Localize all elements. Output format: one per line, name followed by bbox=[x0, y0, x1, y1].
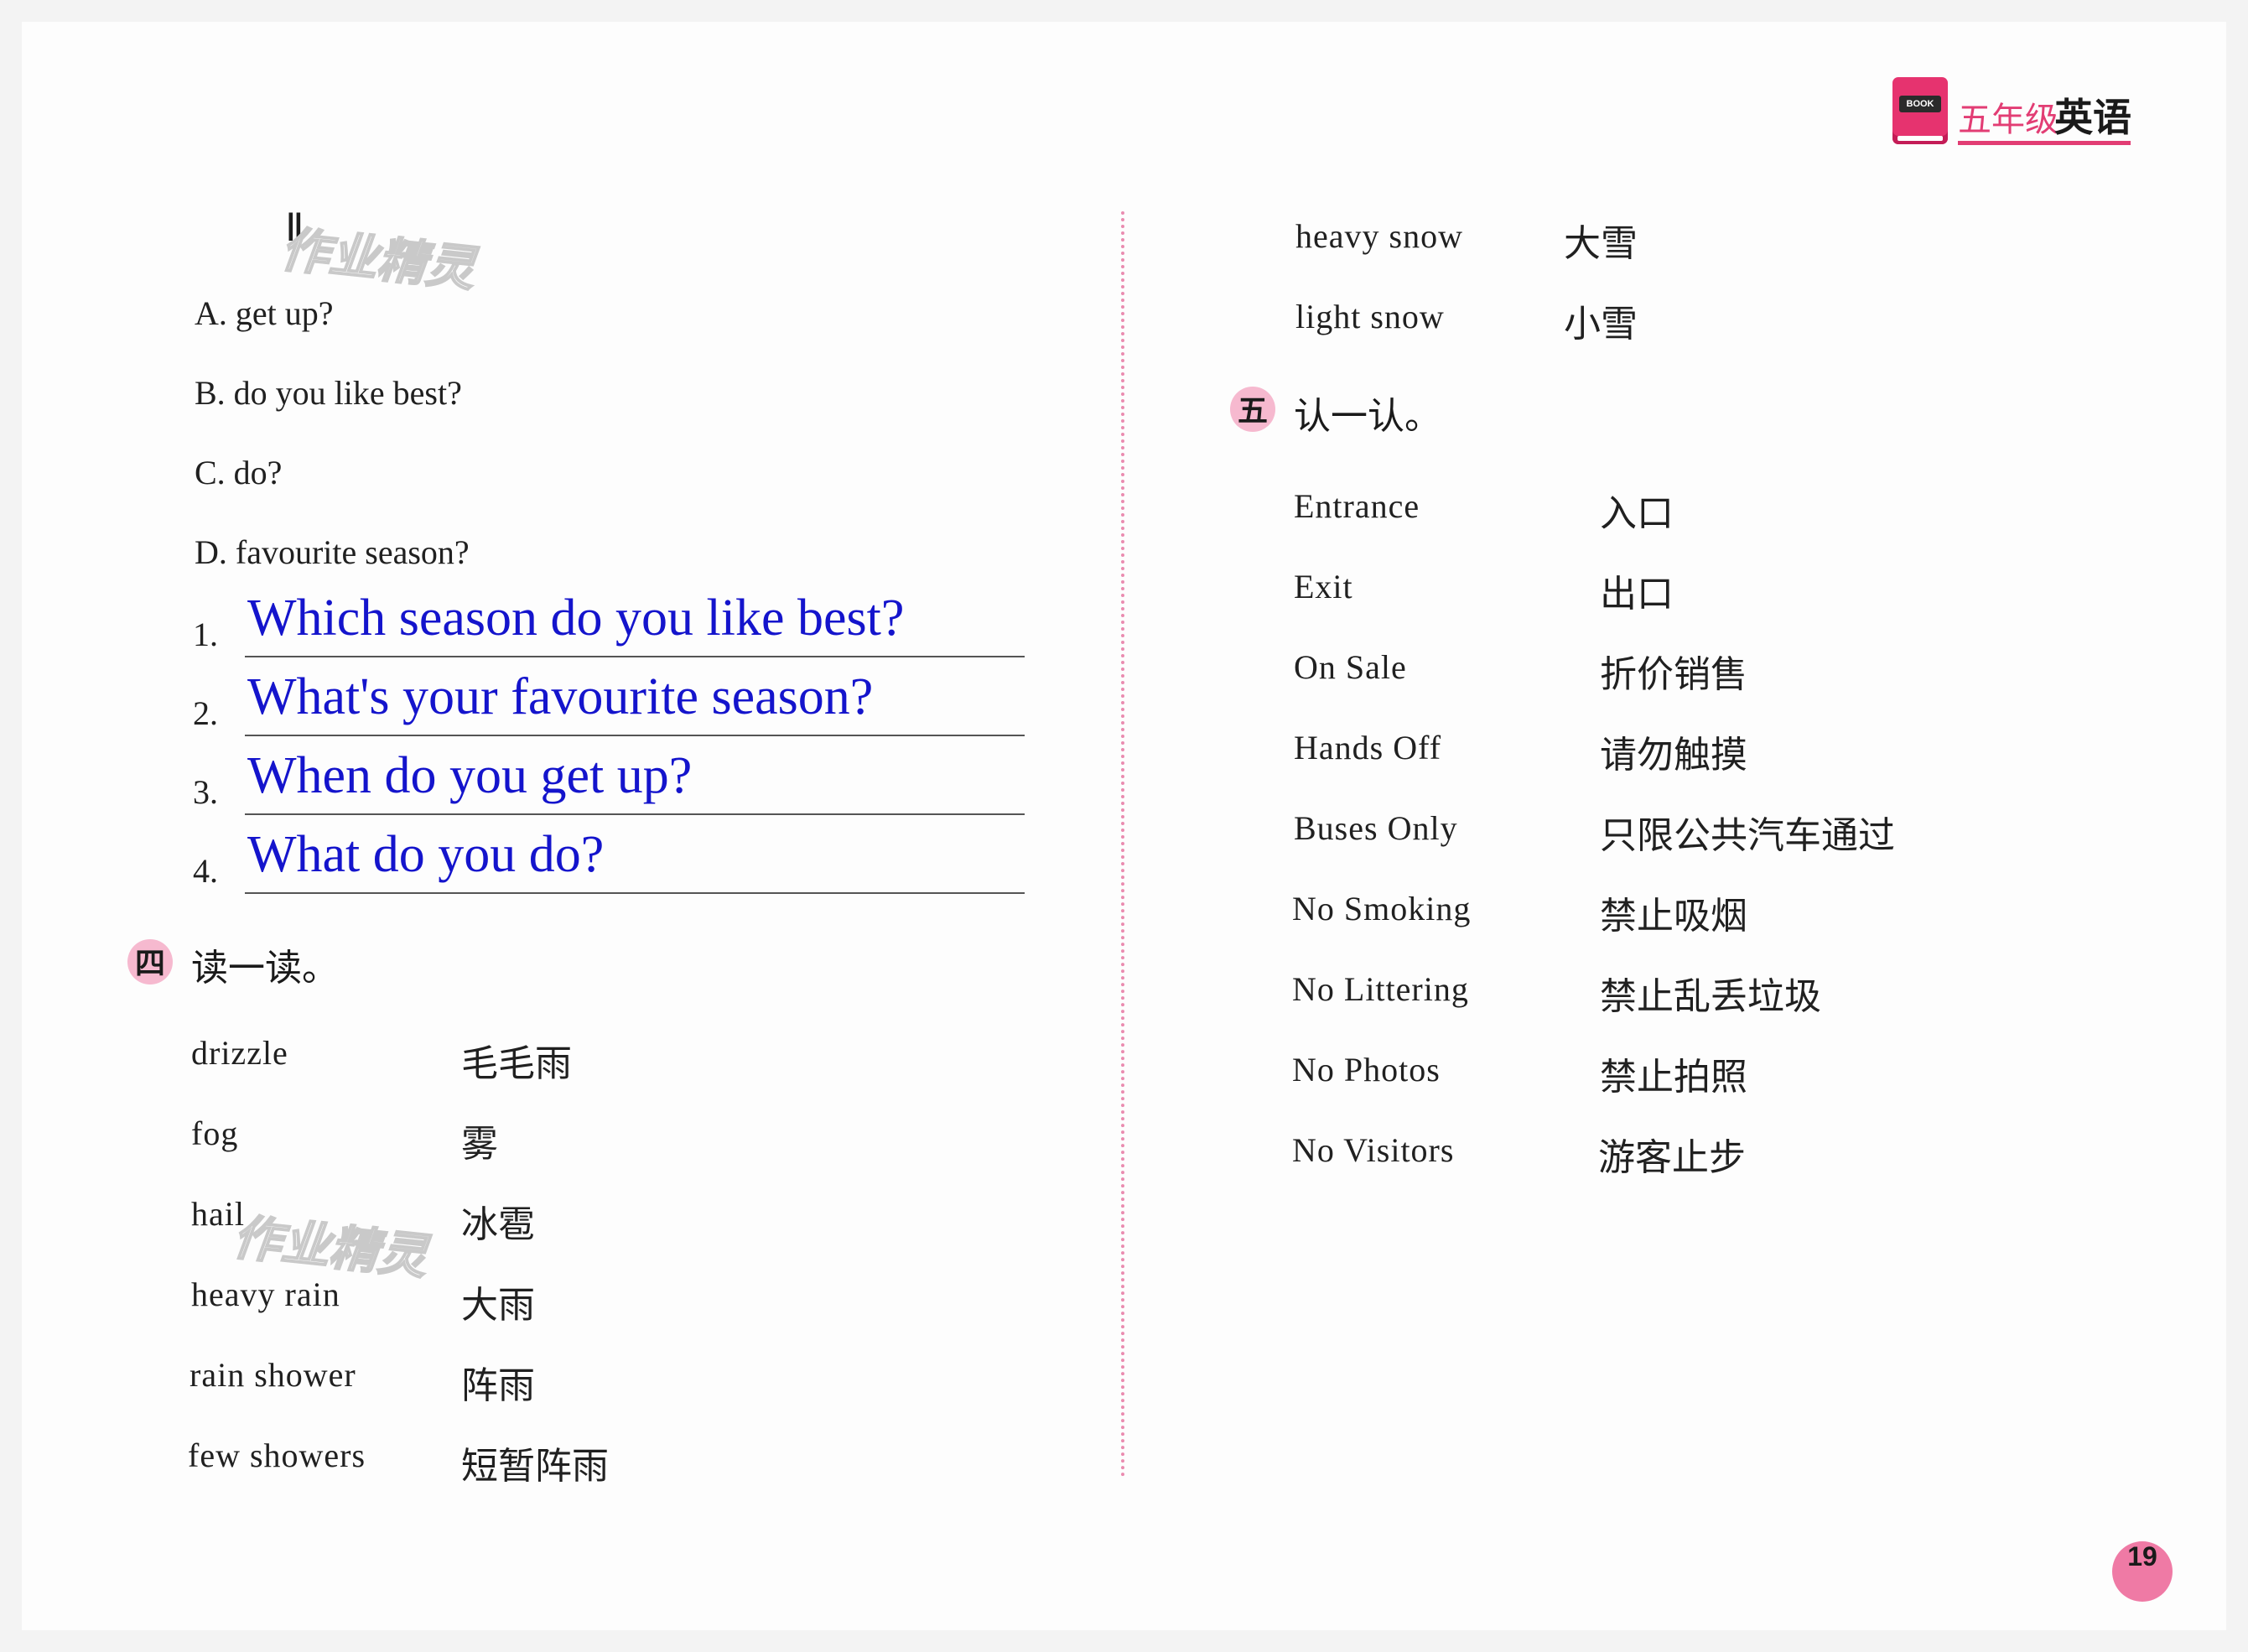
sign-en: Exit bbox=[1294, 568, 1353, 605]
sign-en: Hands Off bbox=[1294, 729, 1442, 766]
answer-number-1: 1. bbox=[193, 616, 218, 653]
answer-line-1 bbox=[245, 656, 1025, 657]
sign-en: On Sale bbox=[1294, 648, 1407, 686]
vocab-en: rain shower bbox=[189, 1356, 356, 1394]
vocab-zh: 雾 bbox=[461, 1123, 498, 1166]
sign-zh: 禁止吸烟 bbox=[1600, 895, 1747, 938]
vocab-zh: 阵雨 bbox=[461, 1364, 535, 1407]
header-underline bbox=[1958, 141, 2131, 145]
answer-text-2: What's your favourite season? bbox=[247, 668, 874, 725]
vocab-en: heavy snow bbox=[1295, 217, 1463, 255]
vocab-en: drizzle bbox=[191, 1034, 288, 1072]
sign-zh: 只限公共汽车通过 bbox=[1600, 814, 1895, 857]
subject-label: 英语 bbox=[2054, 95, 2131, 140]
vocab-zh: 短暂阵雨 bbox=[461, 1445, 609, 1488]
section-5-badge: 五 bbox=[1230, 387, 1275, 432]
sign-en: No Visitors bbox=[1292, 1131, 1455, 1169]
sign-zh: 折价销售 bbox=[1600, 653, 1747, 696]
vocab-zh: 冰雹 bbox=[461, 1203, 535, 1246]
answer-line-2 bbox=[245, 735, 1025, 736]
option-c: C. do? bbox=[195, 454, 283, 491]
sign-zh: 出口 bbox=[1600, 573, 1674, 616]
option-b: B. do you like best? bbox=[195, 374, 462, 412]
answer-line-4 bbox=[245, 892, 1025, 894]
page-divider bbox=[1121, 211, 1124, 1478]
vocab-en: few showers bbox=[188, 1436, 366, 1474]
section-5-number: 五 bbox=[1237, 394, 1268, 429]
sign-en: Entrance bbox=[1294, 487, 1420, 525]
answer-number-2: 2. bbox=[193, 694, 218, 732]
book-tag: BOOK bbox=[1899, 96, 1941, 112]
page-number: 19 bbox=[2127, 1541, 2157, 1571]
grade-label: 五年级 bbox=[1958, 101, 2059, 139]
vocab-zh: 毛毛雨 bbox=[461, 1042, 572, 1085]
section-4-number: 四 bbox=[134, 947, 165, 981]
vocab-zh: 小雪 bbox=[1564, 303, 1638, 345]
book-logo-icon: BOOK bbox=[1892, 77, 1948, 144]
sign-en: Buses Only bbox=[1294, 809, 1458, 847]
answer-text-1: Which season do you like best? bbox=[247, 590, 905, 647]
sign-en: No Smoking bbox=[1292, 890, 1472, 927]
option-a: A. get up? bbox=[195, 294, 334, 332]
answer-number-4: 4. bbox=[193, 852, 218, 890]
section-5-title: 认一认。 bbox=[1294, 395, 1441, 438]
answer-text-3: When do you get up? bbox=[247, 747, 693, 804]
sign-zh: 入口 bbox=[1600, 492, 1674, 535]
vocab-zh: 大雪 bbox=[1564, 222, 1638, 265]
book-pages bbox=[1898, 136, 1943, 141]
answer-line-3 bbox=[245, 813, 1025, 815]
vocab-en: fog bbox=[191, 1114, 239, 1152]
answer-text-4: What do you do? bbox=[247, 826, 605, 883]
vocab-zh: 大雨 bbox=[461, 1284, 535, 1327]
sign-zh: 禁止乱丢垃圾 bbox=[1600, 975, 1821, 1018]
section-4-badge: 四 bbox=[127, 939, 173, 984]
answer-number-3: 3. bbox=[193, 773, 218, 811]
page-number-badge: 19 bbox=[2112, 1541, 2173, 1602]
option-d: D. favourite season? bbox=[195, 533, 470, 571]
sign-en: No Photos bbox=[1292, 1051, 1441, 1088]
sign-zh: 禁止拍照 bbox=[1600, 1056, 1747, 1099]
section-4-title: 读一读。 bbox=[191, 947, 339, 990]
sign-zh: 请勿触摸 bbox=[1600, 734, 1747, 777]
sign-zh: 游客止步 bbox=[1598, 1136, 1746, 1179]
vocab-en: heavy rain bbox=[191, 1275, 340, 1313]
sign-en: No Littering bbox=[1292, 970, 1469, 1008]
vocab-en: light snow bbox=[1295, 298, 1445, 335]
